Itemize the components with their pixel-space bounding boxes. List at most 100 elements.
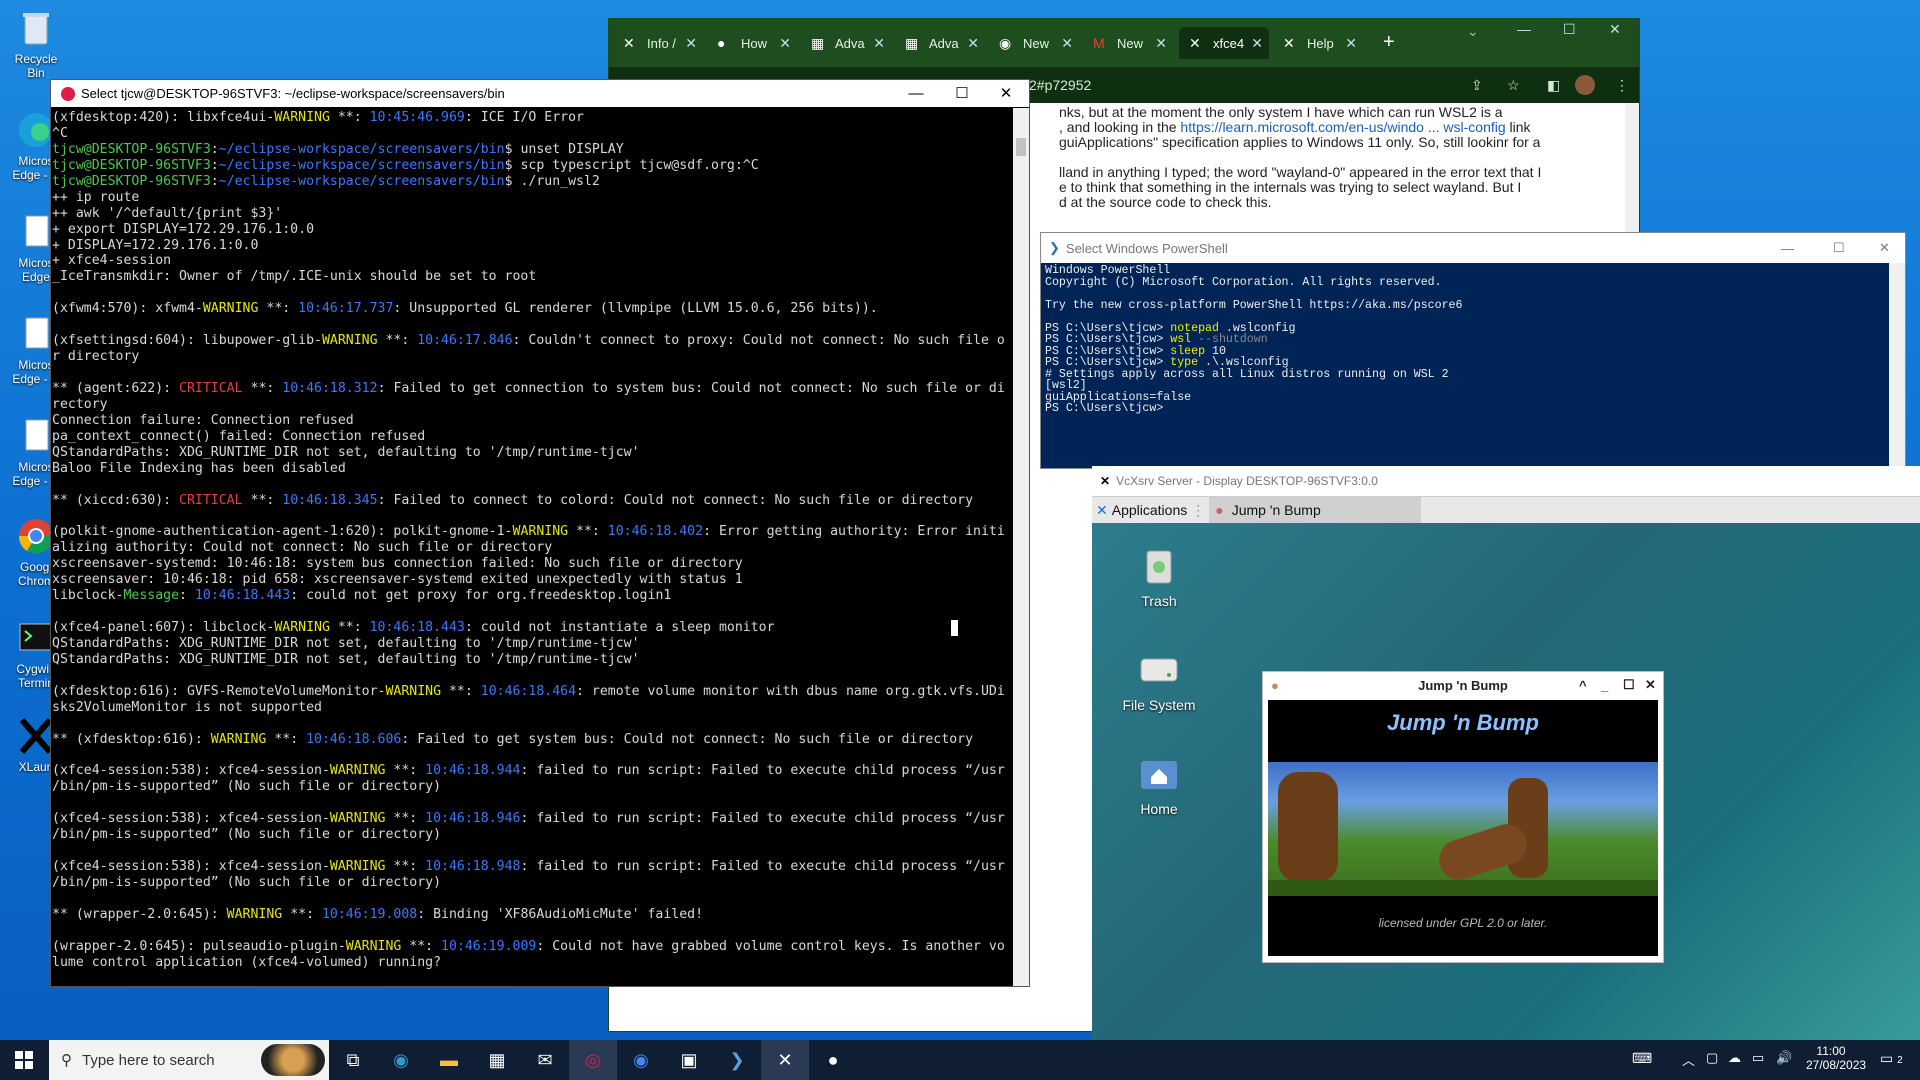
taskbar-edge[interactable]: ◉ <box>377 1040 425 1080</box>
powershell-output[interactable]: Windows PowerShell Copyright (C) Microsof… <box>1045 264 1885 468</box>
close-tab-icon[interactable]: ✕ <box>1345 35 1357 52</box>
star-icon[interactable]: ☆ <box>1507 77 1520 94</box>
network-icon[interactable]: ▭ <box>1752 1050 1764 1066</box>
keyboard-icon[interactable]: ⌨ <box>1632 1050 1652 1067</box>
terminal-line: (xfdesktop:420): libxfce4ui-WARNING **: … <box>52 110 584 125</box>
terminal-line: _IceTransmkdir: Owner of /tmp/.ICE-unix … <box>52 269 537 285</box>
browser-tab-8[interactable]: ✕ Help ✕ <box>1273 27 1363 59</box>
powershell-titlebar[interactable]: ❯ Select Windows PowerShell — ☐ ✕ <box>1041 233 1905 263</box>
powershell-scrollbar[interactable] <box>1889 263 1905 468</box>
vcxsrv-titlebar[interactable]: ✕ VcXsrv Server - Display DESKTOP-96STVF… <box>1092 466 1920 497</box>
chevron-up-icon[interactable]: ︿ <box>1682 1050 1695 1069</box>
volume-icon[interactable]: 🔊 <box>1776 1050 1792 1066</box>
new-tab-button[interactable]: + <box>1383 31 1395 54</box>
icon-label: File System <box>1122 697 1196 713</box>
trash-icon <box>1137 543 1181 587</box>
close-tab-icon[interactable]: ✕ <box>1061 35 1073 52</box>
filesystem-desktop-icon[interactable]: File System <box>1114 647 1204 713</box>
browser-tab-6[interactable]: M New ✕ <box>1083 27 1173 59</box>
terminal-line: Connection failure: Connection refused <box>52 412 354 428</box>
notifications-button[interactable]: ▭ 2 <box>1880 1050 1903 1067</box>
powershell-icon: ❯ <box>1049 240 1060 255</box>
taskbar-vcxsrv[interactable]: ✕ <box>761 1040 809 1080</box>
close-tab-icon[interactable]: ✕ <box>779 35 791 52</box>
taskbar-jump-n-bump[interactable]: ● <box>809 1040 857 1080</box>
browser-tab-3[interactable]: ▦ Adva ✕ <box>801 27 891 59</box>
start-button[interactable] <box>0 1040 48 1080</box>
jnb-titlebar[interactable]: ● Jump 'n Bump ^ _ ☐ ✕ <box>1263 672 1663 698</box>
meet-now-icon[interactable]: ▢ <box>1706 1050 1718 1066</box>
terminal-scrollbar[interactable] <box>1013 108 1029 986</box>
terminal-line: (xfdesktop:616): GVFS-RemoteVolumeMonito… <box>52 683 1005 699</box>
maximize-button[interactable]: ☐ <box>1833 240 1845 256</box>
applications-menu[interactable]: Applications <box>1112 502 1188 518</box>
maximize-button[interactable]: ☐ <box>1623 677 1635 693</box>
close-tab-icon[interactable]: ✕ <box>1251 35 1263 52</box>
taskbar-file-explorer[interactable]: ▬ <box>425 1040 473 1080</box>
clock-time: 11:00 <box>1816 1044 1846 1058</box>
jump-n-bump-window[interactable]: ● Jump 'n Bump ^ _ ☐ ✕ Jump 'n Bump lice… <box>1262 671 1664 963</box>
trash-desktop-icon[interactable]: Trash <box>1114 543 1204 609</box>
close-button[interactable]: ✕ <box>983 80 1029 107</box>
powershell-window[interactable]: ❯ Select Windows PowerShell — ☐ ✕ Window… <box>1040 232 1906 469</box>
recycle-bin-shortcut[interactable]: Recycle Bin <box>6 8 66 80</box>
terminal-line: ^C <box>52 125 68 141</box>
taskbar-search-box[interactable]: ⚲ Type here to search <box>49 1040 329 1080</box>
taskbar-mail[interactable]: ✉ <box>521 1040 569 1080</box>
wsl-config-link[interactable]: https://learn.microsoft.com/en-us/windo … <box>1180 119 1505 135</box>
clock[interactable]: 11:00 27/08/2023 <box>1806 1044 1866 1072</box>
minimize-button[interactable]: _ <box>1601 678 1608 693</box>
terminal-output[interactable]: (xfdesktop:420): libxfce4ui-WARNING **: … <box>51 108 1013 986</box>
taskbar-store[interactable]: ▦ <box>473 1040 521 1080</box>
vcxsrv-window[interactable]: ✕ VcXsrv Server - Display DESKTOP-96STVF… <box>1092 466 1920 1040</box>
address-text[interactable]: 2#p72952 <box>1029 77 1091 93</box>
folder-icon: ▬ <box>440 1049 458 1070</box>
terminal-line: /bin/pm-is-supported” (No such file or d… <box>52 779 442 795</box>
menu-icon[interactable]: ⋮ <box>1615 77 1629 94</box>
jnb-title: Jump 'n Bump <box>1418 677 1508 693</box>
taskbar-debian-terminal[interactable]: ◎ <box>569 1040 617 1080</box>
shade-button[interactable]: ^ <box>1579 678 1587 693</box>
close-tab-icon[interactable]: ✕ <box>1155 35 1167 52</box>
browser-tab-7-active[interactable]: ✕ xfce4 ✕ <box>1179 27 1269 59</box>
close-tab-icon[interactable]: ✕ <box>685 35 697 52</box>
minimize-button[interactable]: — <box>1517 21 1531 37</box>
tab-search-icon[interactable]: ⌄ <box>1467 23 1479 40</box>
taskbar-cygwin[interactable]: ▣ <box>665 1040 713 1080</box>
tab-label: xfce4 <box>1213 35 1245 51</box>
taskbar-chrome[interactable]: ◉ <box>617 1040 665 1080</box>
close-button[interactable]: ✕ <box>1609 21 1621 38</box>
game-canvas[interactable]: Jump 'n Bump licensed under GPL 2.0 or l… <box>1268 700 1658 956</box>
close-button[interactable]: ✕ <box>1645 677 1656 693</box>
browser-tab-2[interactable]: ● How ✕ <box>707 27 797 59</box>
home-desktop-icon[interactable]: Home <box>1114 751 1204 817</box>
browser-tab-4[interactable]: ▦ Adva ✕ <box>895 27 985 59</box>
terminal-title: Select tjcw@DESKTOP-96STVF3: ~/eclipse-w… <box>81 86 505 101</box>
taskbar-item-jump-n-bump[interactable]: ● Jump 'n Bump <box>1209 497 1421 523</box>
terminal-line: rectory <box>52 396 108 412</box>
close-tab-icon[interactable]: ✕ <box>967 35 979 52</box>
task-view-button[interactable]: ⧉ <box>329 1040 377 1080</box>
scrollbar-thumb[interactable] <box>1016 138 1026 156</box>
minimize-button[interactable]: — <box>893 80 939 107</box>
close-button[interactable]: ✕ <box>1879 240 1890 256</box>
browser-tab-5[interactable]: ◉ New ✕ <box>989 27 1079 59</box>
maximize-button[interactable]: ☐ <box>939 80 985 107</box>
onedrive-icon[interactable]: ☁ <box>1728 1050 1741 1066</box>
browser-tab-1[interactable]: ✕ Info / ✕ <box>613 27 703 59</box>
close-tab-icon[interactable]: ✕ <box>873 35 885 52</box>
terminal-line: QStandardPaths: XDG_RUNTIME_DIR not set,… <box>52 651 640 667</box>
sidepanel-icon[interactable]: ◧ <box>1547 77 1560 94</box>
terminal-window[interactable]: Select tjcw@DESKTOP-96STVF3: ~/eclipse-w… <box>50 79 1030 987</box>
terminal-line: + DISPLAY=172.29.176.1:0.0 <box>52 237 259 253</box>
profile-avatar[interactable] <box>1575 75 1595 95</box>
terminal-titlebar[interactable]: Select tjcw@DESKTOP-96STVF3: ~/eclipse-w… <box>51 80 1029 107</box>
minimize-button[interactable]: — <box>1781 241 1794 256</box>
task-view-icon: ⧉ <box>346 1049 360 1070</box>
taskbar-powershell[interactable]: ❯ <box>713 1040 761 1080</box>
tree-trunk <box>1278 772 1338 882</box>
maximize-button[interactable]: ☐ <box>1563 21 1576 38</box>
share-icon[interactable]: ⇪ <box>1471 77 1483 94</box>
